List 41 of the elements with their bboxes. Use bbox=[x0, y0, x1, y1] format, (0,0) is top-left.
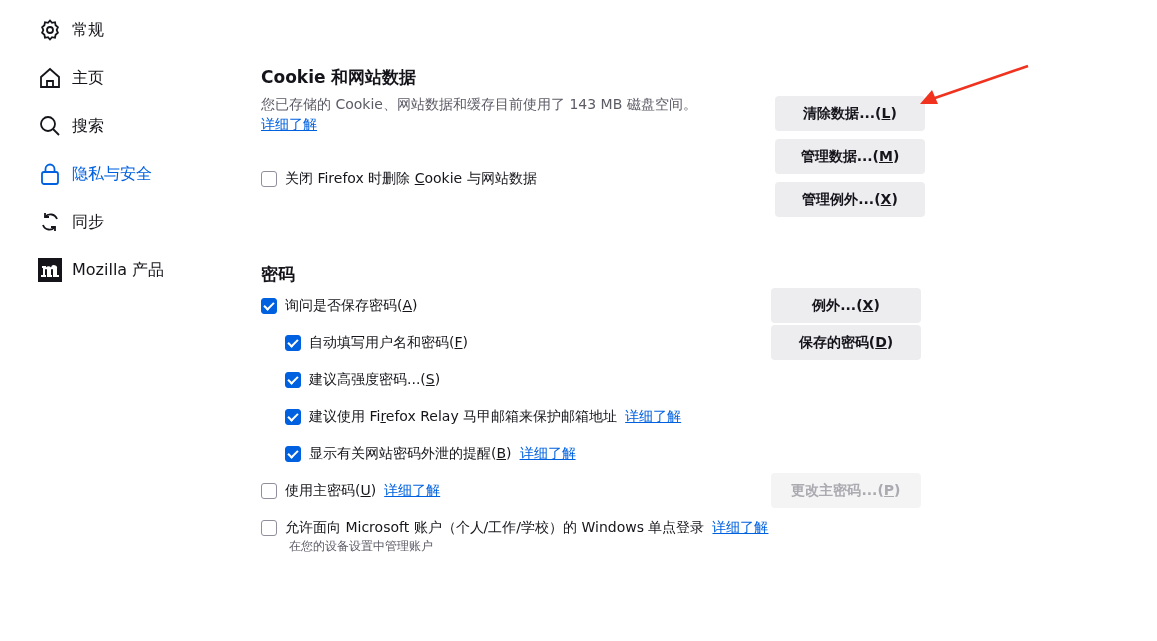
learn-more-link[interactable]: 详细了解 bbox=[625, 407, 682, 426]
option-label: 关闭 Firefox 时删除 Cookie 与网站数据 bbox=[285, 170, 537, 188]
learn-more-link[interactable]: 详细了解 bbox=[519, 444, 576, 463]
sidebar-item[interactable]: 隐私与安全 bbox=[38, 150, 261, 198]
action-button[interactable]: 管理数据...(M) bbox=[775, 139, 925, 174]
storage-description: 您已存储的 Cookie、网站数据和缓存目前使用了 143 MB 磁盘空间。 bbox=[261, 95, 697, 114]
option-label: 建议使用 Firefox Relay 马甲邮箱来保护邮箱地址 bbox=[309, 407, 618, 426]
checkbox[interactable] bbox=[285, 445, 301, 462]
search-icon bbox=[38, 114, 62, 138]
checkbox[interactable] bbox=[285, 408, 301, 425]
checkbox[interactable] bbox=[285, 371, 301, 388]
action-button[interactable]: 清除数据...(L) bbox=[775, 96, 925, 131]
section-title: Cookie 和网站数据 bbox=[261, 66, 418, 89]
learn-more-link[interactable]: 详细了解 bbox=[384, 481, 441, 500]
sidebar-item[interactable]: 同步 bbox=[38, 198, 261, 246]
mozilla-logo-icon bbox=[38, 258, 62, 282]
home-icon bbox=[38, 66, 62, 90]
hint-text: 在您的设备设置中管理账户 bbox=[288, 538, 434, 555]
action-button[interactable]: 管理例外...(X) bbox=[775, 182, 925, 217]
checkbox[interactable] bbox=[261, 297, 277, 314]
option-label: 显示有关网站密码外泄的提醒(B) bbox=[309, 444, 512, 463]
lock-icon bbox=[38, 162, 62, 186]
gear-icon bbox=[38, 18, 62, 42]
checkbox[interactable] bbox=[261, 519, 277, 536]
action-button[interactable]: 例外...(X) bbox=[771, 288, 921, 323]
sidebar-item[interactable]: Mozilla 产品 bbox=[38, 246, 261, 294]
section-title: 密码 bbox=[261, 263, 296, 286]
sidebar-item[interactable]: 常规 bbox=[38, 6, 261, 54]
option-label: 询问是否保存密码(A) bbox=[285, 296, 418, 315]
learn-more-link[interactable]: 详细了解 bbox=[261, 116, 317, 132]
option-label: 允许面向 Microsoft 账户（个人/工作/学校）的 Windows 单点登录 bbox=[285, 518, 705, 537]
learn-more-link[interactable]: 详细了解 bbox=[712, 518, 769, 537]
option-label: 使用主密码(U) bbox=[285, 481, 377, 500]
action-button[interactable]: 保存的密码(D) bbox=[771, 325, 921, 360]
checkbox[interactable] bbox=[261, 482, 277, 499]
option-label: 自动填写用户名和密码(F) bbox=[309, 333, 468, 352]
checkbox[interactable] bbox=[285, 334, 301, 351]
sidebar-item[interactable]: 搜索 bbox=[38, 102, 261, 150]
sidebar-item[interactable]: 主页 bbox=[38, 54, 261, 102]
option-label: 建议高强度密码...(S) bbox=[309, 370, 441, 389]
checkbox[interactable] bbox=[261, 171, 277, 187]
